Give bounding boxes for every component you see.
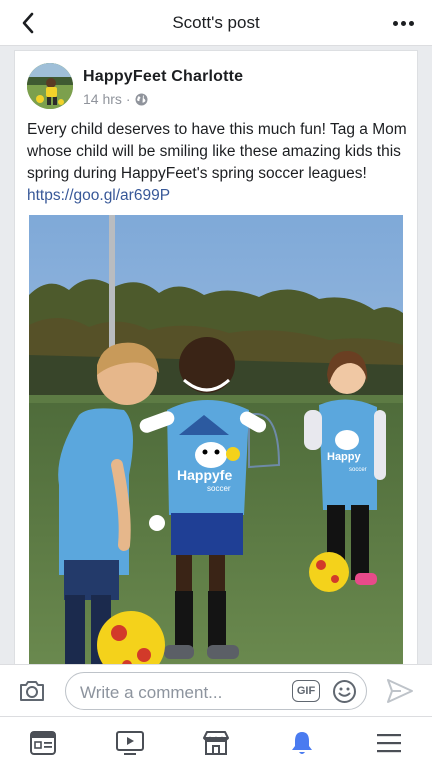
nav-marketplace[interactable] [173,717,259,768]
meta-separator: · [125,91,131,107]
nav-watch[interactable] [86,717,172,768]
jersey-text-right: Happy [327,451,362,463]
camera-icon [20,681,44,701]
nav-notifications[interactable] [259,717,345,768]
comment-bar: Write a comment... GIF [0,664,432,716]
author-name[interactable]: HappyFeet Charlotte [83,68,243,86]
send-button[interactable] [386,678,414,704]
post-meta: 14 hrs · [83,91,148,107]
post-header: HappyFeet Charlotte 14 hrs · [27,63,405,113]
menu-icon [376,733,401,752]
post-link[interactable]: https://goo.gl/ar699P [27,187,170,204]
gif-button[interactable]: GIF [292,680,320,702]
author-avatar[interactable] [27,63,73,109]
jersey-sub-left: soccer [207,484,231,493]
more-options-button[interactable] [388,14,418,32]
page-title: Scott's post [172,13,260,32]
post-body: Every child deserves to have this much f… [27,121,407,182]
post-time[interactable]: 14 hrs [83,91,122,107]
more-dots-icon [392,20,398,26]
post-text: Every child deserves to have this much f… [27,119,407,207]
camera-button[interactable] [18,677,46,705]
nav-news-feed[interactable] [0,717,86,768]
news-feed-icon [30,730,57,755]
bottom-nav [0,716,432,768]
comment-input[interactable]: Write a comment... GIF [65,672,367,710]
post-feed[interactable]: HappyFeet Charlotte 14 hrs · Every child… [0,46,432,664]
top-bar: Scott's post [0,0,432,46]
marketplace-icon [203,730,230,755]
globe-icon [135,93,148,105]
emoji-button[interactable] [332,679,357,704]
post-card: HappyFeet Charlotte 14 hrs · Every child… [14,50,418,664]
jersey-sub-right: soccer [349,467,367,473]
post-photo[interactable]: Happyfe soccer Happy soccer [29,215,403,664]
nav-menu[interactable] [346,717,432,768]
send-icon [387,679,413,703]
watch-icon [115,730,144,755]
jersey-text-left: Happyfe [177,467,232,483]
comment-placeholder: Write a comment... [80,683,223,702]
notifications-icon [292,731,313,754]
emoji-icon [333,680,356,703]
